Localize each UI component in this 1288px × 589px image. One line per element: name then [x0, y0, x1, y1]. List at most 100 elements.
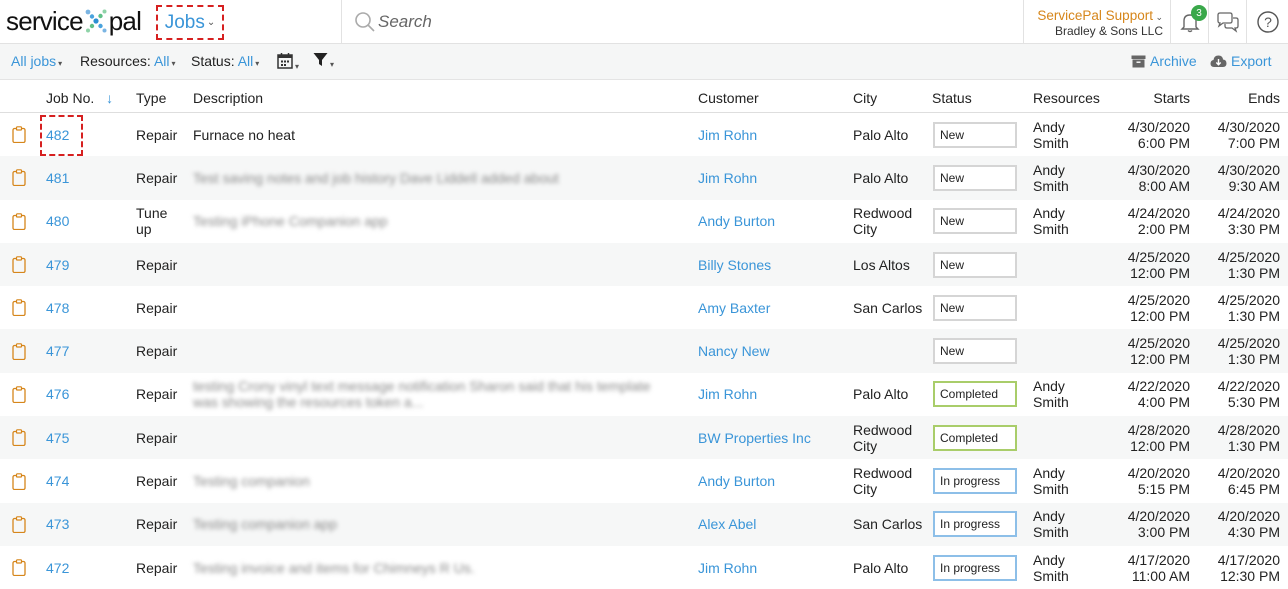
clipboard-icon[interactable]	[12, 503, 28, 546]
job-number-link[interactable]: 479	[46, 243, 69, 286]
job-type: Repair	[136, 169, 178, 186]
job-starts: 4/25/2020 12:00 PM	[1128, 243, 1190, 286]
end-time: 7:00 PM	[1227, 134, 1280, 151]
clipboard-icon[interactable]	[12, 459, 28, 502]
export-button[interactable]: Export	[1210, 53, 1271, 69]
jobs-menu[interactable]: Jobs ⌄	[156, 5, 224, 40]
export-label: Export	[1231, 53, 1272, 69]
customer-link[interactable]: Jim Rohn	[698, 546, 757, 589]
start-date: 4/24/2020	[1127, 205, 1190, 222]
end-time: 1:30 PM	[1227, 351, 1280, 368]
resources-filter[interactable]: Resources: All ▾	[80, 53, 176, 69]
job-description-text: Testing companion app	[193, 516, 337, 533]
job-number-link[interactable]: 482	[46, 113, 69, 156]
customer-link[interactable]: Nancy New	[698, 329, 770, 372]
job-number-link[interactable]: 478	[46, 286, 69, 329]
col-ends[interactable]: Ends	[1248, 90, 1280, 106]
start-date: 4/25/2020	[1127, 291, 1190, 308]
job-starts: 4/25/2020 12:00 PM	[1128, 329, 1190, 372]
table-row[interactable]: 479 Repair Billy Stones Los Altos New 4/25/20…	[0, 242, 1288, 287]
col-resources[interactable]: Resources	[1033, 90, 1100, 106]
table-row[interactable]: 482 Repair Furnace no heat Jim Rohn Palo Alt…	[0, 113, 1288, 156]
table-row[interactable]: 473 Repair Testing companion app Alex Abel S…	[0, 502, 1288, 546]
customer-link[interactable]: Amy Baxter	[698, 286, 770, 329]
notification-badge: 3	[1191, 5, 1207, 21]
table-row[interactable]: 481 Repair Test saving notes and job histo…	[0, 156, 1288, 200]
clipboard-icon[interactable]	[12, 113, 28, 156]
table-row[interactable]: 475 Repair BW Properties Inc Redwood City Co…	[0, 416, 1288, 460]
job-description: testing Crony vinyl text message notific…	[193, 373, 678, 416]
job-number-link[interactable]: 474	[46, 459, 69, 502]
start-date: 4/25/2020	[1127, 248, 1190, 265]
customer-link[interactable]: Jim Rohn	[698, 113, 757, 156]
clipboard-icon[interactable]	[12, 416, 28, 459]
job-description: Testing invoice and items for Chimneys R…	[193, 546, 678, 589]
date-filter[interactable]: ▾	[277, 52, 299, 72]
calendar-icon	[277, 53, 293, 69]
table-row[interactable]: 476 Repair testing Crony vinyl text messag…	[0, 373, 1288, 416]
help-button[interactable]: ?	[1246, 0, 1288, 43]
col-status[interactable]: Status	[932, 90, 972, 106]
all-jobs-filter[interactable]: All jobs ▾	[11, 53, 62, 69]
customer-link[interactable]: Jim Rohn	[698, 373, 757, 416]
clipboard-icon[interactable]	[12, 243, 28, 286]
table-row[interactable]: 477 Repair Nancy New New 4/25/2020 12:00 PM 4/…	[0, 329, 1288, 373]
col-description[interactable]: Description	[193, 90, 263, 106]
job-city: Redwood City	[853, 421, 913, 454]
servicepal-logo[interactable]: service pal	[6, 5, 142, 37]
job-ends: 4/30/2020 9:30 AM	[1218, 156, 1280, 199]
status-filter[interactable]: Status: All ▾	[191, 53, 259, 69]
customer-link[interactable]: Andy Burton	[698, 200, 775, 243]
account-menu[interactable]: ServicePal Support ⌄ Bradley & Sons LLC	[1025, 0, 1169, 43]
clipboard-icon[interactable]	[12, 373, 28, 416]
start-date: 4/17/2020	[1127, 551, 1190, 568]
notifications-button[interactable]: 3	[1170, 0, 1208, 43]
job-type: Repair	[136, 429, 178, 446]
job-number-link[interactable]: 481	[46, 156, 69, 199]
clipboard-icon[interactable]	[12, 546, 28, 589]
chevron-down-icon: ▾	[171, 59, 176, 68]
job-description	[193, 286, 678, 329]
table-row[interactable]: 480 Tune up Testing iPhone Companion app An…	[0, 200, 1288, 243]
col-starts[interactable]: Starts	[1153, 90, 1190, 106]
job-number-link[interactable]: 477	[46, 329, 69, 372]
customer-link[interactable]: Billy Stones	[698, 243, 771, 286]
job-type: Tune up	[136, 205, 168, 238]
clipboard-icon[interactable]	[12, 286, 28, 329]
col-city[interactable]: City	[853, 90, 877, 106]
customer-link[interactable]: BW Properties Inc	[698, 416, 811, 459]
customer-link[interactable]: Jim Rohn	[698, 156, 757, 199]
job-resource	[1033, 329, 1103, 372]
table-row[interactable]: 474 Repair Testing companion Andy Burton Red…	[0, 459, 1288, 502]
job-number-link[interactable]: 473	[46, 503, 69, 546]
archive-button[interactable]: Archive	[1131, 53, 1197, 69]
job-number-link[interactable]: 475	[46, 416, 69, 459]
customer-link[interactable]: Andy Burton	[698, 459, 775, 502]
table-row[interactable]: 472 Repair Testing invoice and items for C…	[0, 546, 1288, 589]
advanced-filter[interactable]: ▾	[313, 52, 334, 70]
table-row[interactable]: 478 Repair Amy Baxter San Carlos New 4/25/202…	[0, 286, 1288, 329]
clipboard-icon[interactable]	[12, 329, 28, 372]
end-time: 1:30 PM	[1227, 264, 1280, 281]
clipboard-icon[interactable]	[12, 156, 28, 199]
table-body: 482 Repair Furnace no heat Jim Rohn Palo Alt…	[0, 113, 1288, 589]
job-number-link[interactable]: 476	[46, 373, 69, 416]
col-job-no[interactable]: Job No. ↓	[46, 90, 113, 106]
search-input[interactable]	[378, 8, 938, 36]
col-customer[interactable]: Customer	[698, 90, 759, 106]
chat-button[interactable]	[1208, 0, 1246, 43]
logo-text-right: pal	[108, 5, 142, 36]
job-description: Testing companion	[193, 459, 678, 502]
end-time: 12:30 PM	[1220, 567, 1280, 584]
col-type[interactable]: Type	[136, 90, 166, 106]
status-badge: New	[933, 164, 1017, 191]
start-time: 11:00 AM	[1131, 567, 1190, 584]
job-number-link[interactable]: 480	[46, 200, 69, 243]
customer-link[interactable]: Alex Abel	[698, 503, 756, 546]
job-number-link[interactable]: 472	[46, 546, 69, 589]
status-badge: In progress	[933, 468, 1017, 495]
job-city: Palo Alto	[853, 559, 909, 576]
job-ends: 4/22/2020 5:30 PM	[1218, 373, 1280, 416]
start-time: 12:00 PM	[1130, 264, 1190, 281]
clipboard-icon[interactable]	[12, 200, 28, 243]
